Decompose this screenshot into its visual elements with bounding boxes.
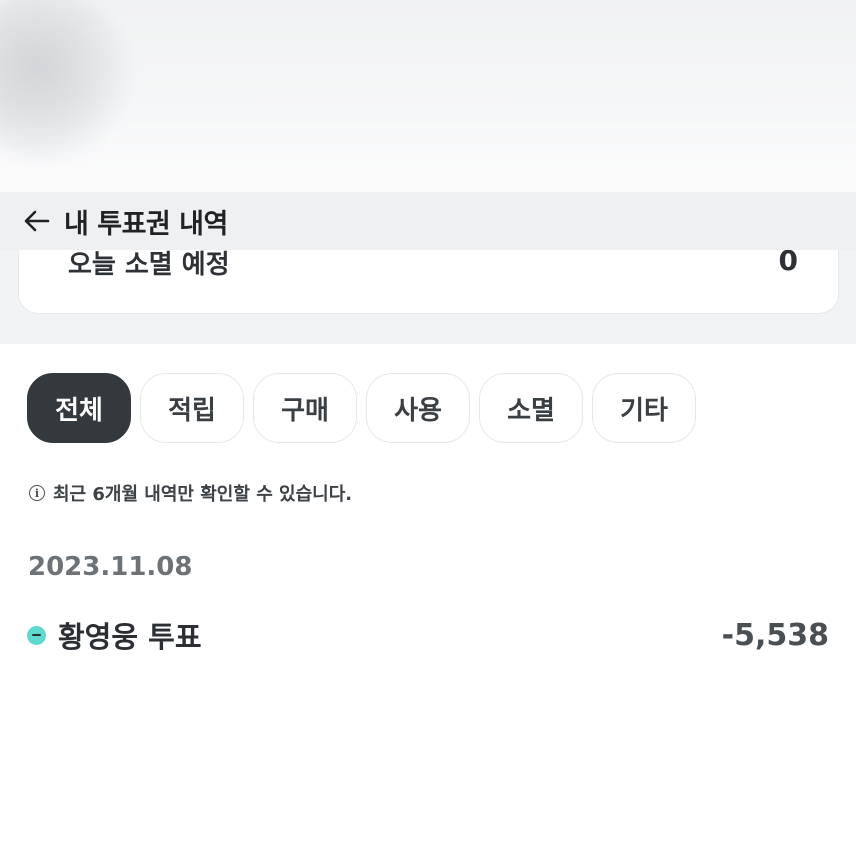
list-item-left: 황영웅 투표	[27, 614, 202, 656]
history-date: 2023.11.08	[28, 552, 193, 582]
notice: i 최근 6개월 내역만 확인할 수 있습니다.	[29, 480, 352, 506]
notice-text: 최근 6개월 내역만 확인할 수 있습니다.	[53, 484, 353, 505]
filter-tab-purchase[interactable]: 구매	[253, 373, 357, 443]
page: 오늘 소멸 예정 0 내 투표권 내역 전체 적립 구매 사용 소멸 기타 i …	[0, 0, 856, 856]
filter-tab-other[interactable]: 기타	[592, 373, 696, 443]
list-item-amount: -5,538	[721, 617, 829, 653]
filter-tab-label: 소멸	[507, 395, 555, 426]
blurred-avatar	[0, 0, 130, 160]
arrow-left-icon[interactable]	[22, 206, 52, 236]
minus-icon	[27, 625, 46, 645]
filter-tab-label: 전체	[55, 395, 103, 426]
filter-tab-label: 적립	[168, 395, 216, 426]
filter-tab-use[interactable]: 사용	[366, 373, 470, 443]
page-title: 내 투표권 내역	[64, 208, 228, 240]
filter-tab-label: 구매	[281, 395, 329, 426]
filter-tab-label: 기타	[620, 395, 668, 426]
list-item[interactable]: 황영웅 투표 -5,538	[27, 610, 829, 660]
top-background	[0, 0, 856, 192]
filter-tab-earn[interactable]: 적립	[140, 373, 244, 443]
filter-tab-expire[interactable]: 소멸	[479, 373, 583, 443]
header-bar: 내 투표권 내역	[0, 192, 856, 250]
filter-tab-label: 사용	[394, 395, 442, 426]
filter-tab-all[interactable]: 전체	[27, 373, 131, 443]
info-icon: i	[29, 485, 45, 501]
list-item-title: 황영웅 투표	[58, 620, 202, 654]
filter-tabs: 전체 적립 구매 사용 소멸 기타	[27, 373, 696, 443]
